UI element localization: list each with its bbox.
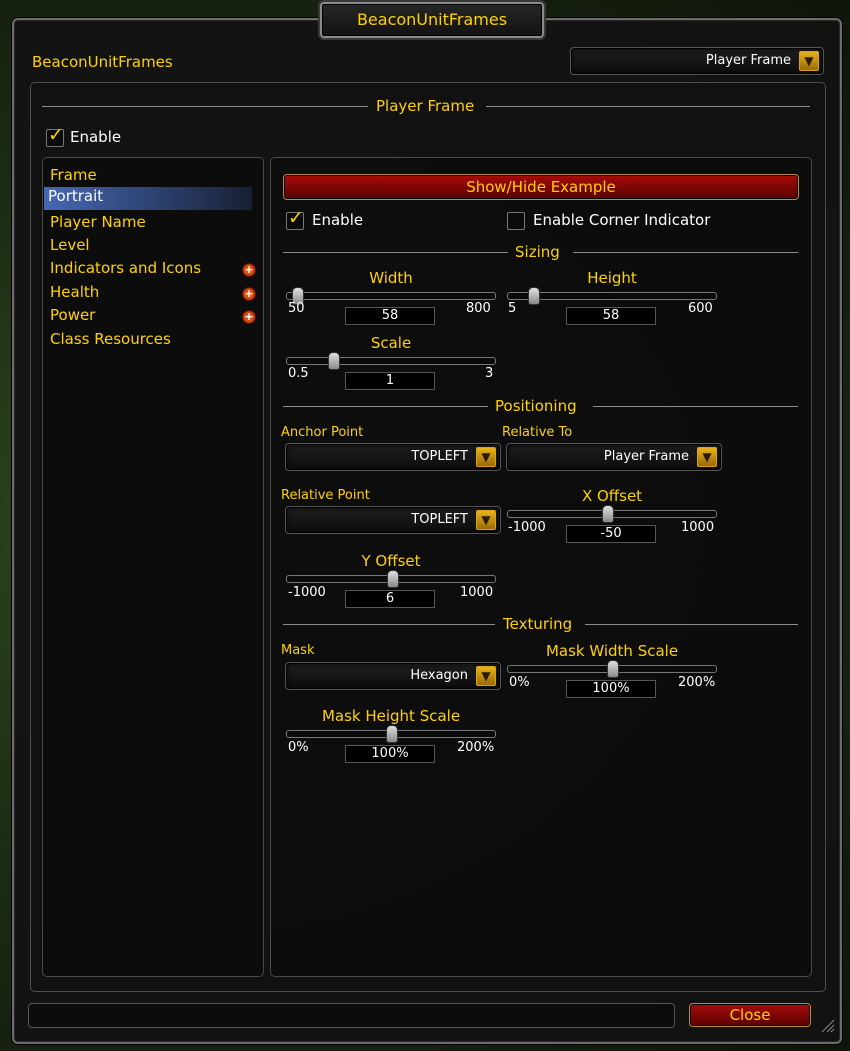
dropdown-arrow-icon[interactable]: ▼	[476, 666, 496, 686]
sidebar-item-indicators-and-icons[interactable]: Indicators and Icons	[50, 259, 201, 277]
status-bar	[28, 1003, 675, 1028]
mask-width-scale-min: 0%	[509, 675, 530, 690]
height-slider[interactable]	[507, 287, 717, 305]
dropdown-arrow-icon[interactable]: ▼	[799, 51, 819, 71]
dropdown-arrow-icon[interactable]: ▼	[476, 447, 496, 467]
mask-label: Mask	[281, 643, 315, 658]
mask-width-scale-slider-thumb[interactable]	[607, 660, 619, 678]
y-offset-max: 1000	[460, 585, 494, 600]
mask-width-scale-label: Mask Width Scale	[545, 642, 679, 660]
height-label: Height	[587, 269, 637, 287]
sidebar-item-frame[interactable]: Frame	[50, 166, 97, 184]
scale-label: Scale	[370, 334, 412, 352]
frame-selector-dropdown[interactable]: Player Frame ▼	[570, 47, 824, 75]
expand-plus-icon[interactable]: +	[242, 310, 256, 324]
sidebar-item-player-name[interactable]: Player Name	[50, 213, 146, 231]
resize-grip-icon[interactable]	[820, 1018, 836, 1034]
sidebar-item-portrait[interactable]: Portrait	[48, 187, 103, 205]
mask-height-scale-label: Mask Height Scale	[321, 707, 461, 725]
mask-height-scale-value-input[interactable]: 100%	[345, 745, 435, 763]
sizing-divider-right	[573, 252, 798, 253]
positioning-divider-left	[283, 406, 488, 407]
mask-height-scale-max: 200%	[457, 740, 495, 755]
texturing-title: Texturing	[503, 615, 573, 633]
mask-height-scale-min: 0%	[288, 740, 309, 755]
dropdown-arrow-icon[interactable]: ▼	[476, 510, 496, 530]
height-value-input[interactable]: 58	[566, 307, 656, 325]
section-divider-right	[486, 106, 810, 107]
portrait-enable-checkbox[interactable]: ✓	[286, 207, 304, 230]
mask-height-scale-slider[interactable]	[286, 725, 496, 743]
height-max: 600	[688, 301, 713, 316]
y-offset-label: Y Offset	[361, 552, 421, 570]
scale-value-input[interactable]: 1	[345, 372, 435, 390]
sidebar-item-level[interactable]: Level	[50, 236, 90, 254]
mask-width-scale-slider[interactable]	[507, 660, 717, 678]
scale-slider[interactable]	[286, 352, 496, 370]
height-min: 5	[508, 301, 517, 316]
window-title: BeaconUnitFrames	[320, 2, 544, 38]
sizing-title: Sizing	[515, 243, 560, 261]
x-offset-slider[interactable]	[507, 505, 717, 523]
x-offset-value-input[interactable]: -50	[566, 525, 656, 543]
frame-enable-label: Enable	[70, 128, 122, 146]
positioning-title: Positioning	[495, 397, 577, 415]
checkmark-icon: ✓	[48, 124, 64, 146]
relative-point-label: Relative Point	[281, 488, 370, 503]
scale-min: 0.5	[288, 366, 309, 381]
show-hide-example-button[interactable]: Show/Hide Example	[283, 174, 799, 200]
sidebar-item-power[interactable]: Power	[50, 306, 95, 324]
anchor-point-label: Anchor Point	[281, 425, 364, 440]
dropdown-arrow-icon[interactable]: ▼	[697, 447, 717, 467]
close-button[interactable]: Close	[689, 1003, 811, 1027]
corner-indicator-label: Enable Corner Indicator	[533, 211, 711, 229]
width-label: Width	[369, 269, 413, 287]
relative-point-dropdown[interactable]: TOPLEFT ▼	[285, 506, 501, 534]
positioning-divider-right	[593, 406, 798, 407]
scale-slider-thumb[interactable]	[328, 352, 341, 370]
height-slider-thumb[interactable]	[528, 287, 541, 305]
sizing-divider-left	[283, 252, 508, 253]
mask-width-scale-value-input[interactable]: 100%	[566, 680, 656, 698]
sidebar-item-class-resources[interactable]: Class Resources	[50, 330, 171, 348]
x-offset-max: 1000	[681, 520, 715, 535]
section-divider-left	[42, 106, 368, 107]
y-offset-min: -1000	[288, 585, 326, 600]
relative-to-dropdown[interactable]: Player Frame ▼	[506, 443, 722, 471]
corner-indicator-checkbox[interactable]	[507, 212, 525, 230]
x-offset-slider-thumb[interactable]	[602, 505, 615, 523]
width-max: 800	[466, 301, 491, 316]
checkmark-icon: ✓	[288, 207, 304, 229]
mask-dropdown[interactable]: Hexagon ▼	[285, 662, 501, 690]
expand-plus-icon[interactable]: +	[242, 287, 256, 301]
relative-to-value: Player Frame	[603, 449, 689, 464]
anchor-point-value: TOPLEFT	[411, 449, 468, 464]
relative-to-label: Relative To	[502, 425, 573, 440]
scale-max: 3	[485, 366, 494, 381]
sidebar-items: Frame Portrait Player Name Level Indicat…	[42, 157, 262, 457]
x-offset-label: X Offset	[581, 487, 643, 505]
expand-plus-icon[interactable]: +	[242, 263, 256, 277]
mask-width-scale-max: 200%	[678, 675, 716, 690]
anchor-point-dropdown[interactable]: TOPLEFT ▼	[285, 443, 501, 471]
mask-height-scale-slider-thumb[interactable]	[386, 725, 398, 743]
width-min: 50	[288, 301, 305, 316]
y-offset-value-input[interactable]: 6	[345, 590, 435, 608]
width-slider[interactable]	[286, 287, 496, 305]
sidebar-item-health[interactable]: Health	[50, 283, 99, 301]
texturing-divider-right	[585, 624, 798, 625]
frame-selector-value: Player Frame	[705, 53, 791, 68]
frame-enable-checkbox[interactable]: ✓	[46, 124, 64, 147]
y-offset-slider[interactable]	[286, 570, 496, 588]
x-offset-min: -1000	[508, 520, 546, 535]
section-title: Player Frame	[376, 97, 475, 115]
relative-point-value: TOPLEFT	[411, 512, 468, 527]
mask-value: Hexagon	[410, 668, 468, 683]
y-offset-slider-thumb[interactable]	[386, 570, 399, 588]
addon-name-label: BeaconUnitFrames	[32, 53, 173, 71]
width-value-input[interactable]: 58	[345, 307, 435, 325]
portrait-enable-label: Enable	[312, 211, 364, 229]
texturing-divider-left	[283, 624, 495, 625]
